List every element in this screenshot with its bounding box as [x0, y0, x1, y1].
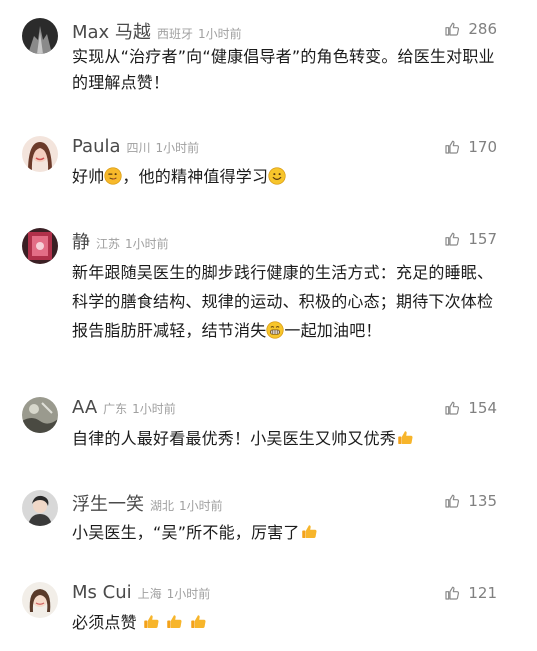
commenter-name[interactable]: Max 马越	[72, 18, 151, 44]
commenter-location: 广东	[103, 402, 128, 416]
thumbs-up-emoji	[189, 613, 207, 631]
commenter-name[interactable]: AA	[72, 397, 97, 418]
comment-time: 1小时前	[132, 402, 176, 416]
commenter-location: 四川	[126, 141, 151, 155]
comment-text: 自律的人最好看最优秀！小吴医生又帅又优秀	[72, 426, 497, 452]
comment-text: 新年跟随吴医生的脚步践行健康的生活方式：充足的睡眠、科学的膳食结构、规律的运动、…	[72, 263, 494, 340]
thumbs-up-emoji	[300, 523, 318, 541]
like-count: 170	[468, 138, 497, 156]
like-button[interactable]: 286	[444, 20, 497, 38]
thumbs-up-outline-icon	[444, 21, 460, 37]
commenter-location: 江苏	[96, 237, 121, 251]
like-count: 154	[468, 399, 497, 417]
avatar[interactable]	[22, 397, 58, 433]
like-count: 286	[468, 20, 497, 38]
comment-text: 实现从“治疗者”向“健康倡导者”的角色转变。给医生对职业的理解点赞！	[72, 47, 495, 92]
commenter-name[interactable]: 静	[72, 228, 90, 254]
comment-time: 1小时前	[197, 27, 242, 41]
avatar[interactable]	[22, 582, 58, 618]
comment-text: 小吴医生，“吴”所不能，厉害了	[72, 520, 497, 546]
commenter-location: 上海	[137, 587, 162, 601]
avatar[interactable]	[22, 228, 58, 264]
commenter-name[interactable]: 浮生一笑	[72, 490, 144, 516]
like-count: 157	[468, 230, 497, 248]
thumbs-up-outline-icon	[444, 139, 460, 155]
avatar[interactable]	[22, 490, 58, 526]
comment-time: 1小时前	[155, 141, 200, 155]
like-count: 135	[468, 492, 497, 510]
like-button[interactable]: 135	[444, 492, 497, 510]
thumbs-up-outline-icon	[444, 231, 460, 247]
wink-tongue-emoji	[104, 167, 122, 185]
avatar[interactable]	[22, 136, 58, 172]
thumbs-up-emoji	[396, 429, 414, 447]
comment-time: 1小时前	[166, 587, 211, 601]
like-button[interactable]: 170	[444, 138, 497, 156]
thumbs-up-emoji	[165, 613, 183, 631]
like-button[interactable]: 121	[444, 584, 497, 602]
thumbs-up-outline-icon	[444, 400, 460, 416]
commenter-location: 湖北	[150, 499, 175, 513]
thumbs-up-outline-icon	[444, 585, 460, 601]
thumbs-up-outline-icon	[444, 493, 460, 509]
comment-text: 必须点赞	[72, 610, 497, 636]
like-button[interactable]: 154	[444, 399, 497, 417]
avatar[interactable]	[22, 18, 58, 54]
like-button[interactable]: 157	[444, 230, 497, 248]
comment-text: 好帅 ，他的精神值得学习	[72, 164, 497, 190]
smile-emoji	[268, 167, 286, 185]
comment-time: 1小时前	[179, 499, 223, 513]
commenter-name[interactable]: Paula	[72, 136, 121, 157]
commenter-name[interactable]: Ms Cui	[72, 582, 132, 603]
commenter-location: 西班牙	[156, 27, 193, 41]
comment-time: 1小时前	[125, 237, 169, 251]
thumbs-up-emoji	[142, 613, 160, 631]
grin-emoji	[266, 321, 284, 339]
like-count: 121	[468, 584, 497, 602]
